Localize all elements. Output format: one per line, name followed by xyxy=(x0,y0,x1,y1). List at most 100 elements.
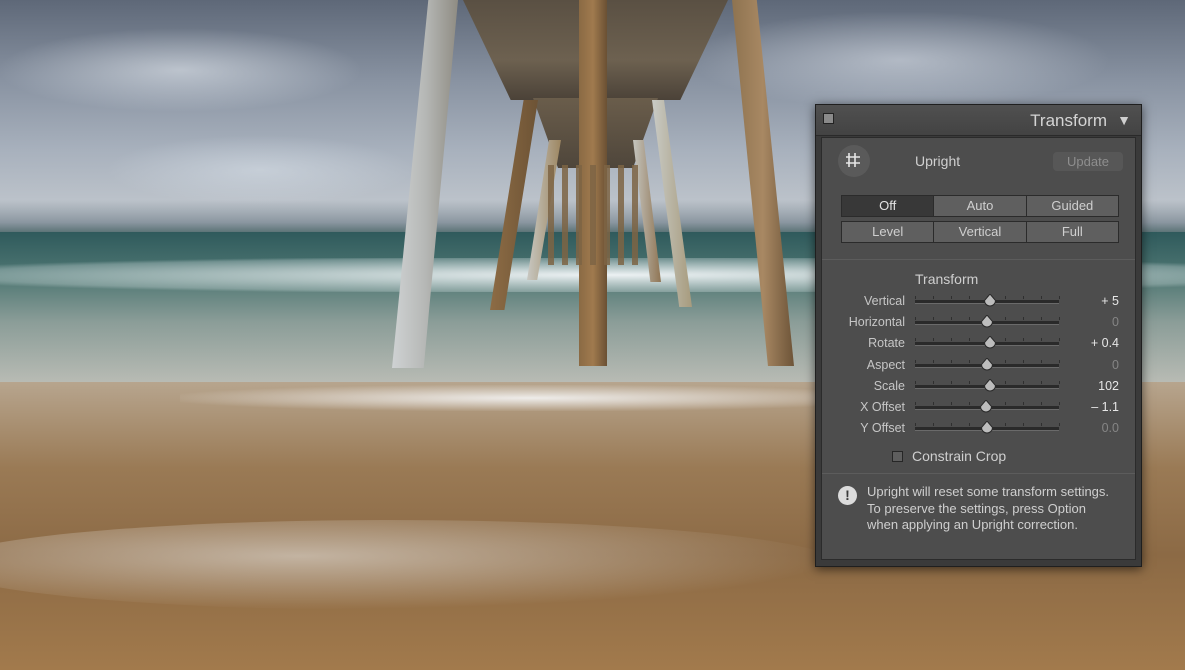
slider-tick xyxy=(1023,380,1024,384)
slider-tick xyxy=(915,402,916,405)
slider-tick xyxy=(1023,359,1024,363)
slider-label: Vertical xyxy=(864,294,905,308)
slider-row: Vertical + 5 xyxy=(822,291,1135,312)
upright-full-button[interactable]: Full xyxy=(1026,222,1118,242)
slider-tick xyxy=(933,423,934,427)
upright-mode-group-2: Level Vertical Full xyxy=(841,221,1119,243)
slider-value[interactable]: 0 xyxy=(1112,315,1119,329)
upright-guided-button[interactable]: Guided xyxy=(1026,196,1118,216)
update-button[interactable]: Update xyxy=(1053,152,1123,171)
slider-tick xyxy=(951,402,952,405)
slider-row: Rotate + 0.4 xyxy=(822,333,1135,354)
slider-thumb[interactable] xyxy=(980,420,994,434)
slider-tick xyxy=(1023,296,1024,299)
slider-tick xyxy=(951,317,952,321)
slider-tick xyxy=(915,359,916,363)
slider-tick xyxy=(951,359,952,363)
upright-vertical-button[interactable]: Vertical xyxy=(934,222,1027,242)
upright-auto-button[interactable]: Auto xyxy=(934,196,1027,216)
transform-slider-list: Vertical + 5 Horizontal 0 Rotate + 0.4 Aspect 0… xyxy=(822,291,1135,441)
constrain-crop-label[interactable]: Constrain Crop xyxy=(912,448,1006,464)
slider-tick xyxy=(915,380,916,384)
slider-tick xyxy=(951,338,952,342)
slider-tick xyxy=(915,296,916,299)
slider-tick xyxy=(915,423,916,427)
slider-tick xyxy=(969,338,970,342)
slider-tick xyxy=(1059,296,1060,299)
upright-off-button[interactable]: Off xyxy=(842,196,935,216)
pier-pile-vanishing xyxy=(548,165,638,265)
slider-tick xyxy=(951,380,952,384)
slider-tick xyxy=(1023,317,1024,321)
slider-tick xyxy=(1059,359,1060,363)
slider-tick xyxy=(1041,423,1042,427)
slider-tick xyxy=(969,296,970,299)
slider-tick xyxy=(951,296,952,299)
slider-row: Aspect 0 xyxy=(822,355,1135,376)
slider-tick xyxy=(1041,338,1042,342)
slider-label: Rotate xyxy=(868,336,905,351)
slider-label: Aspect xyxy=(866,357,905,372)
slider-thumb[interactable] xyxy=(983,378,996,392)
slider-tick xyxy=(1041,296,1042,299)
transform-heading: Transform xyxy=(915,271,979,287)
slider-row: Y Offset 0.0 xyxy=(822,418,1135,439)
slider-tick xyxy=(933,317,934,321)
slider-label: Y Offset xyxy=(860,421,905,436)
slider-tick xyxy=(969,317,970,321)
upright-label: Upright xyxy=(915,153,961,169)
slider-tick xyxy=(951,423,952,427)
slider-value[interactable]: 0.0 xyxy=(1102,421,1119,435)
slider-label: Scale xyxy=(873,378,905,393)
slider-tick xyxy=(969,423,970,427)
panel-body: Upright Update Off Auto Guided Level Ver… xyxy=(821,137,1136,560)
slider-tick xyxy=(969,380,970,384)
slider-tick xyxy=(933,380,934,384)
upright-notice: Upright will reset some transform settin… xyxy=(867,484,1129,534)
slider-tick xyxy=(1059,317,1060,321)
slider-value[interactable]: + 5 xyxy=(1101,294,1119,308)
notice-line-2: To preserve the settings, press Option xyxy=(867,500,1086,516)
notice-line-3: when applying an Upright correction. xyxy=(867,517,1079,532)
slider-tick xyxy=(1005,380,1006,384)
slider-tick xyxy=(1059,402,1060,405)
section-divider-2 xyxy=(822,473,1135,474)
slider-thumb[interactable] xyxy=(983,293,996,307)
slider-thumb[interactable] xyxy=(980,356,994,371)
slider-tick xyxy=(1059,380,1060,384)
crop-grid-icon[interactable] xyxy=(838,145,870,177)
slider-row: Horizontal 0 xyxy=(822,312,1135,333)
slider-tick xyxy=(933,338,934,342)
collapse-triangle-icon[interactable]: ▼ xyxy=(1117,112,1131,128)
exclamation-icon: ! xyxy=(838,486,857,505)
panel-header[interactable]: Transform ▼ xyxy=(816,105,1141,136)
slider-tick xyxy=(915,338,916,342)
slider-tick xyxy=(969,402,970,405)
shore-foam xyxy=(180,385,880,411)
slider-label: Horizontal xyxy=(848,315,905,330)
slider-tick xyxy=(1005,359,1006,363)
slider-value[interactable]: – 1.1 xyxy=(1091,400,1119,414)
upright-mode-group: Off Auto Guided xyxy=(841,195,1119,217)
slider-tick xyxy=(1005,402,1006,405)
slider-row: X Offset – 1.1 xyxy=(822,397,1135,418)
slider-tick xyxy=(1005,317,1006,321)
panel-switch-toggle[interactable] xyxy=(823,113,834,124)
upright-level-button[interactable]: Level xyxy=(842,222,935,242)
slider-value[interactable]: + 0.4 xyxy=(1091,336,1119,350)
slider-thumb[interactable] xyxy=(980,314,994,328)
transform-panel: Transform ▼ Upright Update Off Auto Guid… xyxy=(815,104,1142,567)
slider-tick xyxy=(1059,338,1060,342)
section-divider xyxy=(822,259,1135,260)
slider-thumb[interactable] xyxy=(983,335,996,349)
slider-tick xyxy=(1023,402,1024,405)
slider-tick xyxy=(1023,338,1024,342)
slider-tick xyxy=(1041,402,1042,405)
slider-value[interactable]: 102 xyxy=(1098,379,1119,393)
slider-value[interactable]: 0 xyxy=(1112,358,1119,372)
notice-line-1: Upright will reset some transform settin… xyxy=(867,484,1110,499)
slider-tick xyxy=(969,359,970,363)
slider-thumb[interactable] xyxy=(979,399,992,413)
constrain-crop-checkbox[interactable] xyxy=(892,451,903,462)
slider-tick xyxy=(1023,423,1024,427)
